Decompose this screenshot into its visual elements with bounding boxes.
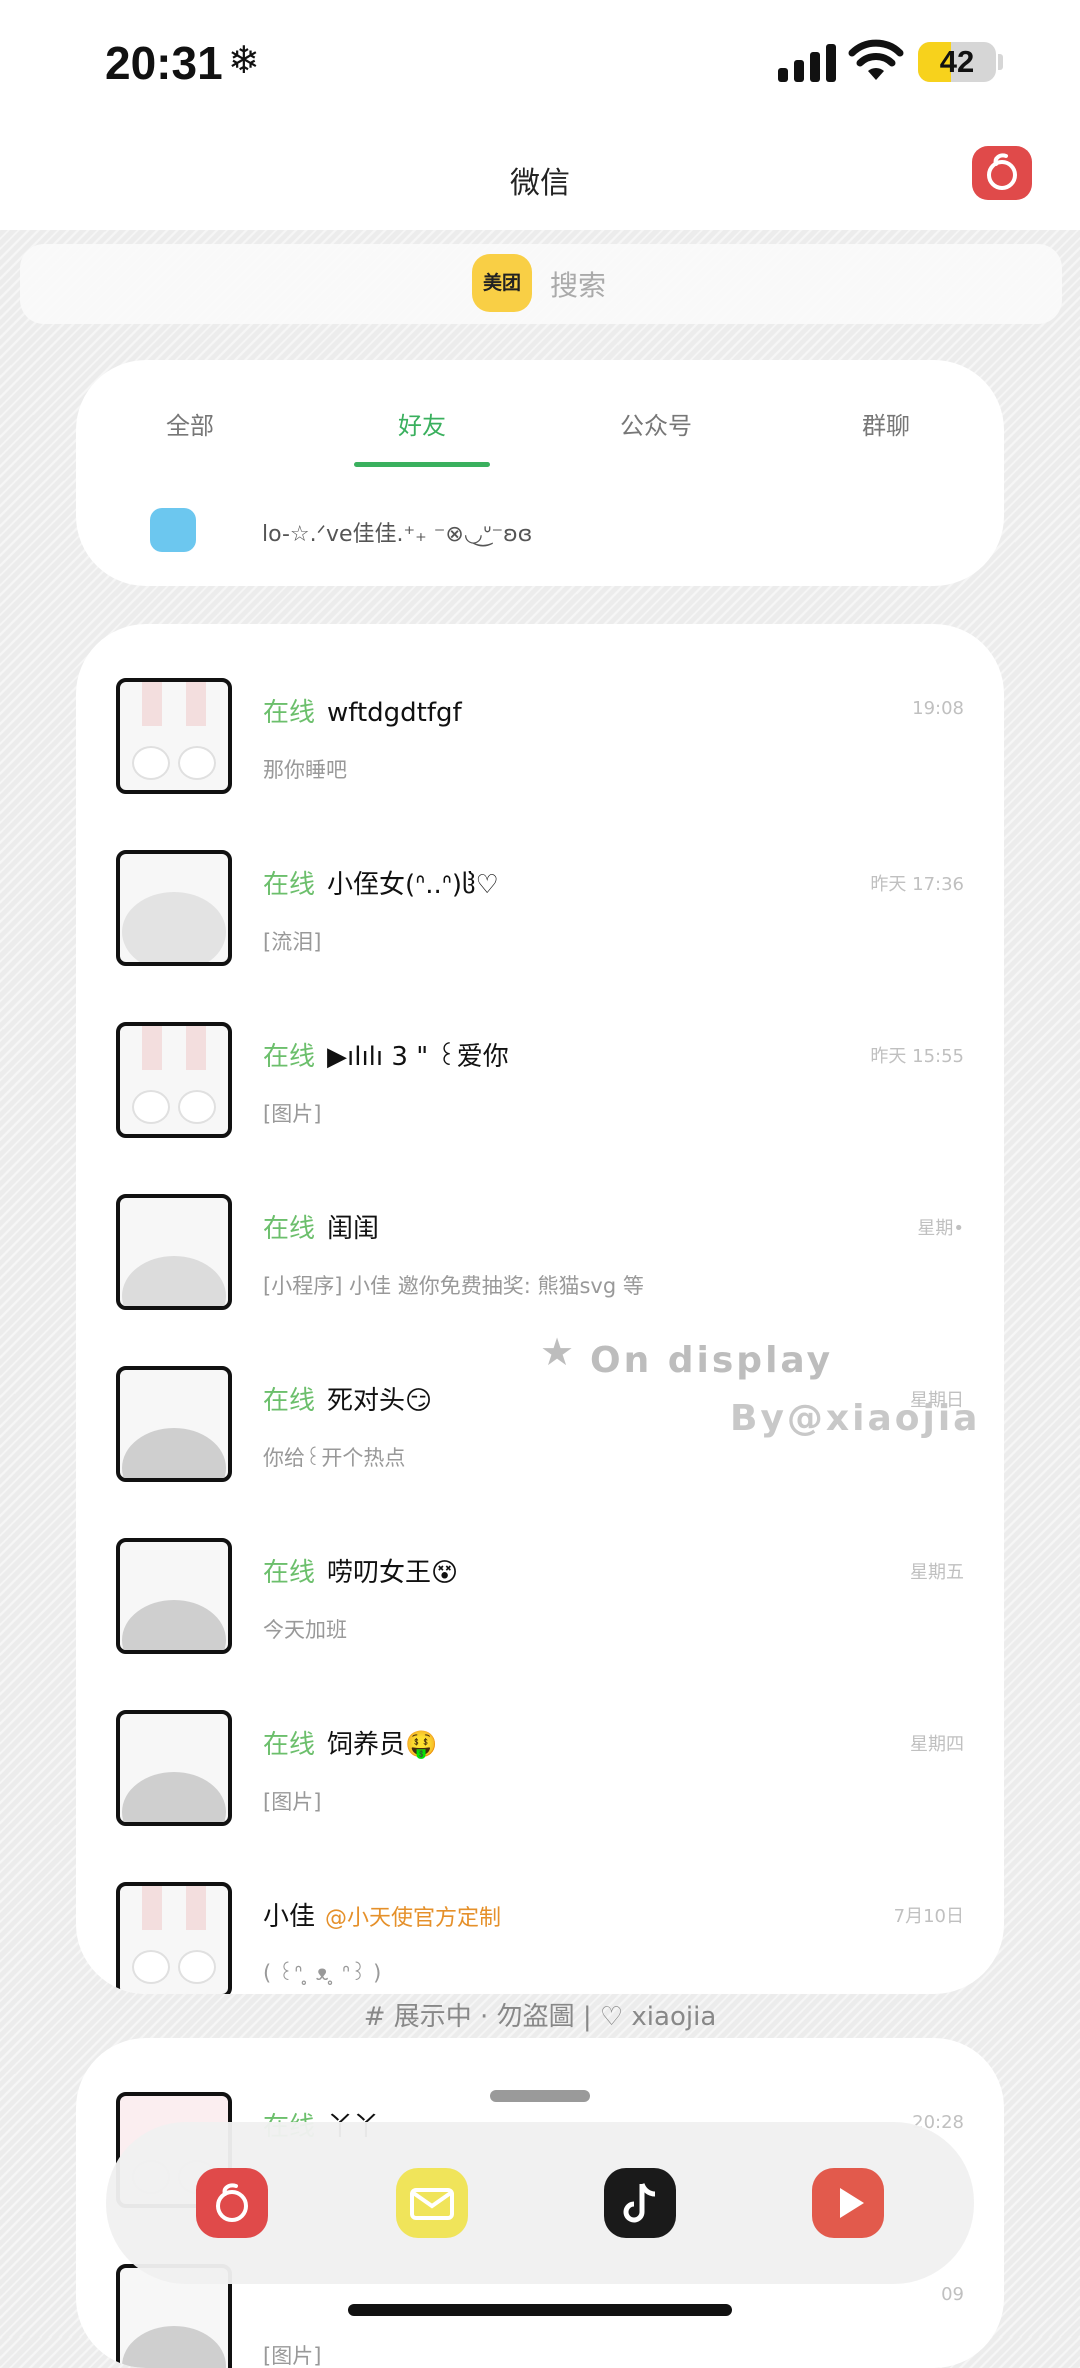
- message-time: 09: [941, 2284, 964, 2305]
- page-title: 微信: [510, 166, 570, 201]
- message-preview: [图片]: [263, 1102, 322, 1126]
- custom-tag[interactable]: @小天使官方定制: [325, 1906, 501, 1931]
- contact-name: wftdgdtfgf: [327, 698, 462, 728]
- message-preview: [流泪]: [263, 930, 322, 954]
- netease-music-icon[interactable]: [972, 146, 1032, 200]
- contact-name: 闺闺: [327, 1214, 380, 1244]
- chat-row[interactable]: 在线 小侄女(ᐢ..ᐢ)ჱ♡ 昨天 17:36 [流泪]: [76, 820, 1004, 992]
- watermark-line1: On display: [590, 1340, 834, 1381]
- chat-row[interactable]: 小佳 @小天使官方定制 7月10日 ( ꒰ᐢ ̥ ᴥ ̥ ᐢ꒱ ): [76, 1852, 1004, 1994]
- avatar: [116, 850, 232, 966]
- wifi-icon: [848, 39, 904, 80]
- message-preview: [小程序] 小佳 邀你免费抽奖: 熊猫svg 等: [263, 1274, 644, 1298]
- active-tab-indicator: [354, 462, 490, 467]
- title-bar: 微信: [0, 130, 1080, 230]
- watermark-line2: By@xiaojia: [730, 1398, 981, 1439]
- app-dock: [106, 2122, 974, 2284]
- meituan-badge: 美团: [472, 254, 532, 312]
- online-status: 在线: [263, 1214, 316, 1244]
- online-status: 在线: [263, 698, 316, 728]
- status-bar: 20:31 ❄ 42: [0, 0, 1080, 130]
- message-preview: [图片]: [263, 2344, 322, 2368]
- message-time: 7月10日: [893, 1906, 964, 1927]
- chat-row[interactable]: 在线 ▶ılılı 3 " ꒰爱你 昨天 15:55 [图片]: [76, 992, 1004, 1164]
- message-time: 19:08: [912, 698, 964, 719]
- cellular-signal-icon: [778, 42, 840, 82]
- message-preview: 那你睡吧: [263, 758, 347, 782]
- chat-row[interactable]: 在线 wftdgdtfgf 19:08 那你睡吧: [76, 648, 1004, 820]
- video-play-icon[interactable]: [812, 2168, 884, 2238]
- message-preview: 今天加班: [263, 1618, 347, 1642]
- message-time: 星期五: [910, 1562, 964, 1583]
- online-status: 在线: [263, 1730, 316, 1760]
- battery-icon: 42: [918, 42, 996, 82]
- contact-name: ▶ılılı 3 " ꒰爱你: [327, 1042, 509, 1072]
- contact-name: 小侄女(ᐢ..ᐢ)ჱ♡: [327, 870, 499, 900]
- tiktok-icon[interactable]: [604, 2168, 676, 2238]
- message-preview: [图片]: [263, 1790, 322, 1814]
- message-time: 昨天 15:55: [870, 1046, 964, 1067]
- message-preview: 你给꒰开个热点: [263, 1446, 406, 1470]
- footer-note: # 展示中 · 勿盗圖 | ♡ xiaojia: [363, 2002, 717, 2032]
- message-time: 星期•: [917, 1218, 964, 1239]
- avatar: [116, 1366, 232, 1482]
- online-status: 在线: [263, 1558, 316, 1588]
- search-placeholder: 搜索: [550, 269, 607, 302]
- home-indicator[interactable]: [348, 2304, 732, 2316]
- battery-tip: [998, 54, 1003, 70]
- tab-all[interactable]: 全部: [166, 406, 214, 441]
- status-folder-icon: [150, 508, 196, 552]
- search-bar[interactable]: 美团 搜索: [20, 244, 1062, 324]
- avatar: [116, 1882, 232, 1994]
- tab-official-accounts[interactable]: 公众号: [620, 406, 692, 441]
- status-row-text[interactable]: lo-☆.ᐟve佳佳.⁺₊ ⁻⊗◡͜ᐡ⁻ʚɞ: [262, 516, 532, 548]
- message-time: 星期四: [910, 1734, 964, 1755]
- message-preview: ( ꒰ᐢ ̥ ᴥ ̥ ᐢ꒱ ): [263, 1961, 382, 1985]
- star-icon: ★: [540, 1330, 575, 1374]
- chat-list: 在线 wftdgdtfgf 19:08 那你睡吧 在线 小侄女(ᐢ..ᐢ)ჱ♡ 昨天…: [76, 624, 1004, 1994]
- online-status: 在线: [263, 1042, 316, 1072]
- avatar: [116, 1194, 232, 1310]
- tab-group-chats[interactable]: 群聊: [862, 406, 910, 441]
- avatar: [116, 1710, 232, 1826]
- battery-level: 42: [939, 44, 975, 79]
- filter-tabs-card: 全部 好友 公众号 群聊 lo-☆.ᐟve佳佳.⁺₊ ⁻⊗◡͜ᐡ⁻ʚɞ: [76, 360, 1004, 586]
- contact-name: 唠叨女王😵: [327, 1558, 459, 1588]
- tab-friends[interactable]: 好友: [398, 406, 446, 441]
- online-status: 在线: [263, 870, 316, 900]
- avatar: [116, 1538, 232, 1654]
- message-time: 昨天 17:36: [870, 874, 964, 895]
- contact-name: 死对头😏: [327, 1386, 433, 1416]
- avatar: [116, 678, 232, 794]
- contact-name: 饲养员🤑: [327, 1730, 438, 1760]
- chat-row[interactable]: 在线 饲养员🤑 星期四 [图片]: [76, 1680, 1004, 1852]
- mail-icon[interactable]: [396, 2168, 468, 2238]
- snowflake-icon: ❄: [228, 38, 260, 82]
- chat-row[interactable]: 在线 唠叨女王😵 星期五 今天加班: [76, 1508, 1004, 1680]
- chat-row[interactable]: 在线 闺闺 星期• [小程序] 小佳 邀你免费抽奖: 熊猫svg 等: [76, 1164, 1004, 1336]
- clock: 20:31: [105, 37, 223, 89]
- netease-music-icon[interactable]: [196, 2168, 268, 2238]
- contact-name: 小佳: [263, 1902, 316, 1932]
- drag-handle[interactable]: [490, 2090, 590, 2102]
- online-status: 在线: [263, 1386, 316, 1416]
- avatar: [116, 1022, 232, 1138]
